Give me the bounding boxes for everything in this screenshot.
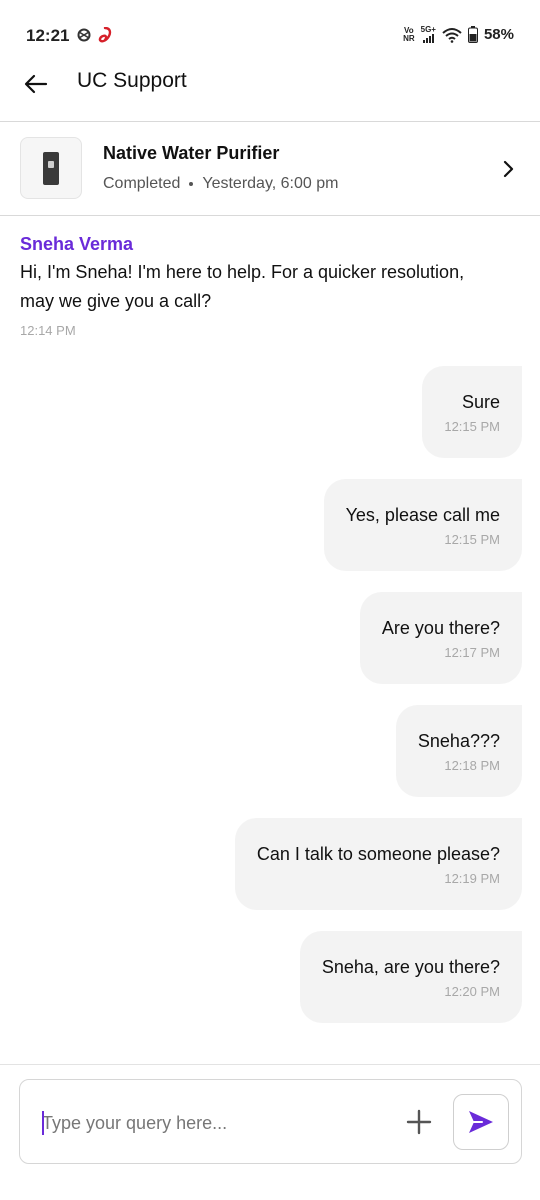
booking-meta: Completed Yesterday, 6:00 pm <box>103 175 338 193</box>
user-message-bubble: Yes, please call me 12:15 PM <box>323 479 522 571</box>
user-message-text: Sneha??? <box>417 731 500 751</box>
battery-icon <box>467 26 478 43</box>
attach-button[interactable] <box>403 1106 435 1138</box>
user-message-bubble: Can I talk to someone please? 12:19 PM <box>234 818 522 910</box>
agent-message-text: Hi, I'm Sneha! I'm here to help. For a q… <box>20 262 465 311</box>
agent-message-time: 12:14 PM <box>20 323 76 338</box>
chevron-right-icon[interactable] <box>498 157 518 181</box>
product-name: Native Water Purifier <box>103 143 280 163</box>
user-message-time: 12:15 PM <box>444 419 500 434</box>
user-message-text: Can I talk to someone please? <box>256 844 500 864</box>
volte-indicator: Vo NR <box>403 26 415 43</box>
send-icon <box>469 1111 493 1133</box>
query-input[interactable] <box>42 1108 382 1138</box>
back-button[interactable] <box>20 68 52 100</box>
app-header: UC Support <box>0 62 540 122</box>
user-message-time: 12:17 PM <box>444 645 500 660</box>
status-time: 12:21 <box>26 26 70 45</box>
user-message-bubble: Sure 12:15 PM <box>422 366 522 458</box>
user-message-bubble: Are you there? 12:17 PM <box>359 592 522 684</box>
separator-dot <box>189 182 194 186</box>
network-type-label: 5G+ <box>420 25 436 34</box>
status-system-icons: Vo NR 5G+ 58% <box>403 26 514 43</box>
settings-sync-icon <box>77 28 91 42</box>
status-notification-icons <box>76 27 112 43</box>
signal-icon: 5G+ <box>421 26 436 43</box>
composer-divider <box>0 1064 540 1065</box>
user-message-time: 12:18 PM <box>444 758 500 773</box>
user-message-text: Are you there? <box>381 618 500 638</box>
user-message-time: 12:15 PM <box>444 532 500 547</box>
plus-icon <box>406 1109 432 1135</box>
status-bar: 12:21 Vo NR 5G+ 58% <box>0 0 540 62</box>
page-title: UC Support <box>77 69 187 92</box>
product-thumbnail <box>20 137 82 199</box>
user-message-time: 12:19 PM <box>444 871 500 886</box>
agent-name: Sneha Verma <box>20 234 134 254</box>
send-button[interactable] <box>453 1094 509 1150</box>
user-message-text: Sneha, are you there? <box>321 957 500 977</box>
user-message-text: Yes, please call me <box>345 505 500 525</box>
user-message-text: Sure <box>461 392 500 412</box>
agent-message: Sneha Verma Hi, I'm Sneha! I'm here to h… <box>20 232 490 338</box>
water-purifier-image <box>43 151 59 185</box>
booking-datetime: Yesterday, 6:00 pm <box>202 175 339 192</box>
volte-bottom-label: NR <box>403 33 415 43</box>
user-message-time: 12:20 PM <box>444 984 500 999</box>
wifi-icon <box>442 27 462 43</box>
user-message-bubble: Sneha, are you there? 12:20 PM <box>299 931 522 1023</box>
text-caret <box>42 1111 44 1135</box>
booking-card[interactable]: Native Water Purifier Completed Yesterda… <box>0 122 540 216</box>
message-composer <box>19 1079 522 1164</box>
battery-percent: 58% <box>483 26 514 43</box>
booking-status: Completed <box>103 175 181 192</box>
arrow-left-icon <box>24 74 48 94</box>
airtel-logo-icon <box>98 27 112 43</box>
user-message-bubble: Sneha??? 12:18 PM <box>395 705 522 797</box>
